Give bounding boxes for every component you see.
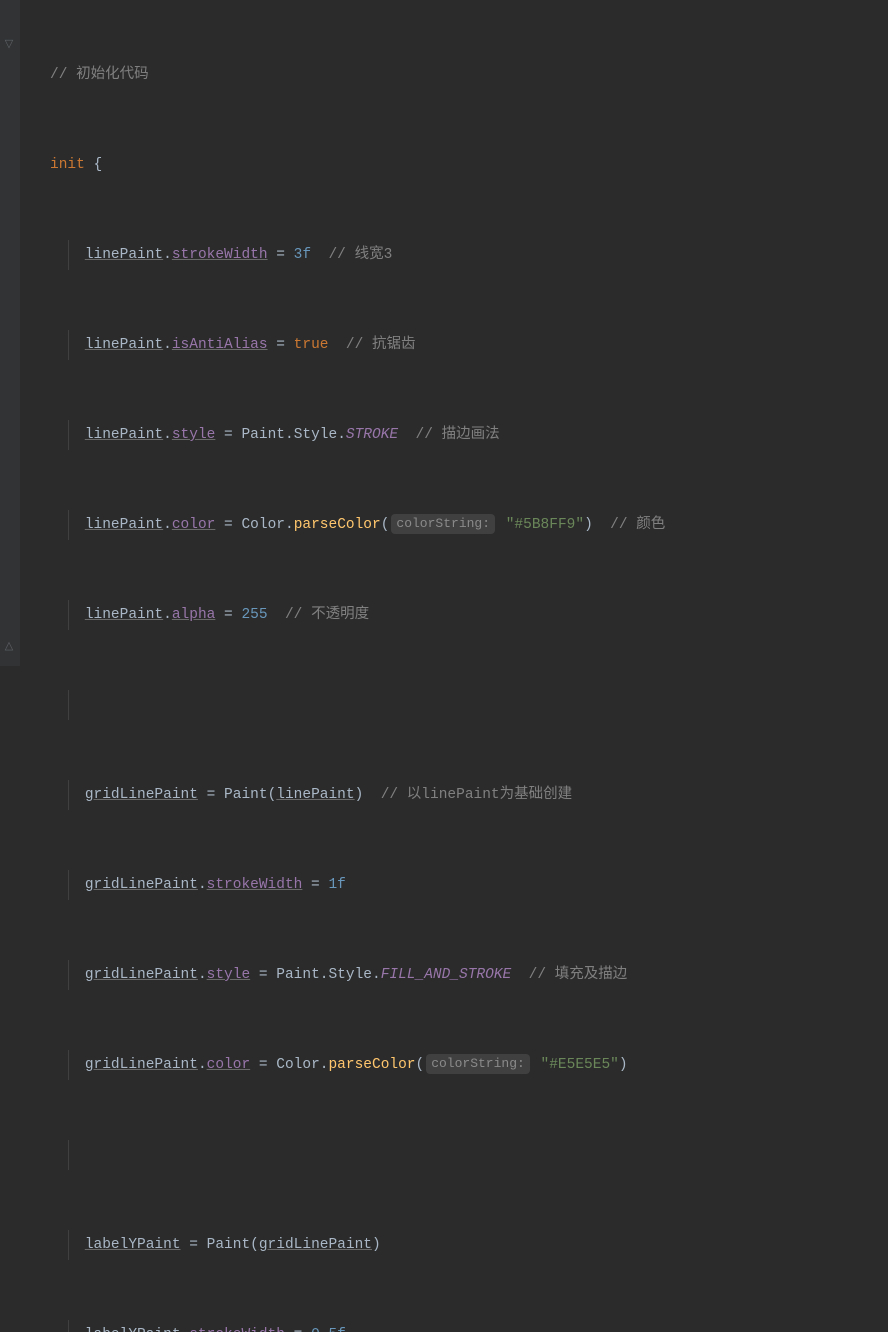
var-labelYPaint: labelYPaint xyxy=(85,1237,181,1253)
brace-open: { xyxy=(85,157,102,173)
comment: // 初始化代码 xyxy=(50,67,149,83)
var-gridLinePaint: gridLinePaint xyxy=(85,787,198,803)
fold-end-icon[interactable]: △ xyxy=(3,641,15,653)
fold-start-icon[interactable]: ▽ xyxy=(3,39,15,51)
const-stroke: STROKE xyxy=(346,427,398,443)
prop-color: color xyxy=(172,517,216,533)
var-linePaint: linePaint xyxy=(85,247,163,263)
prop-strokeWidth: strokeWidth xyxy=(172,247,268,263)
param-hint: colorString: xyxy=(426,1054,530,1074)
code-editor[interactable]: // 初始化代码 init { linePaint.strokeWidth = … xyxy=(20,0,888,666)
editor-gutter: ▽ △ xyxy=(0,0,20,666)
const-fill-and-stroke: FILL_AND_STROKE xyxy=(381,967,512,983)
prop-alpha: alpha xyxy=(172,607,216,623)
prop-isAntiAlias: isAntiAlias xyxy=(172,337,268,353)
literal-true: true xyxy=(294,337,329,353)
comment: // 线宽3 xyxy=(328,247,392,263)
param-hint: colorString: xyxy=(391,514,495,534)
string-literal: "#5B8FF9" xyxy=(506,517,584,533)
fn-parseColor: parseColor xyxy=(294,517,381,533)
keyword-init: init xyxy=(50,157,85,173)
prop-style: style xyxy=(172,427,216,443)
literal: 3f xyxy=(294,247,311,263)
